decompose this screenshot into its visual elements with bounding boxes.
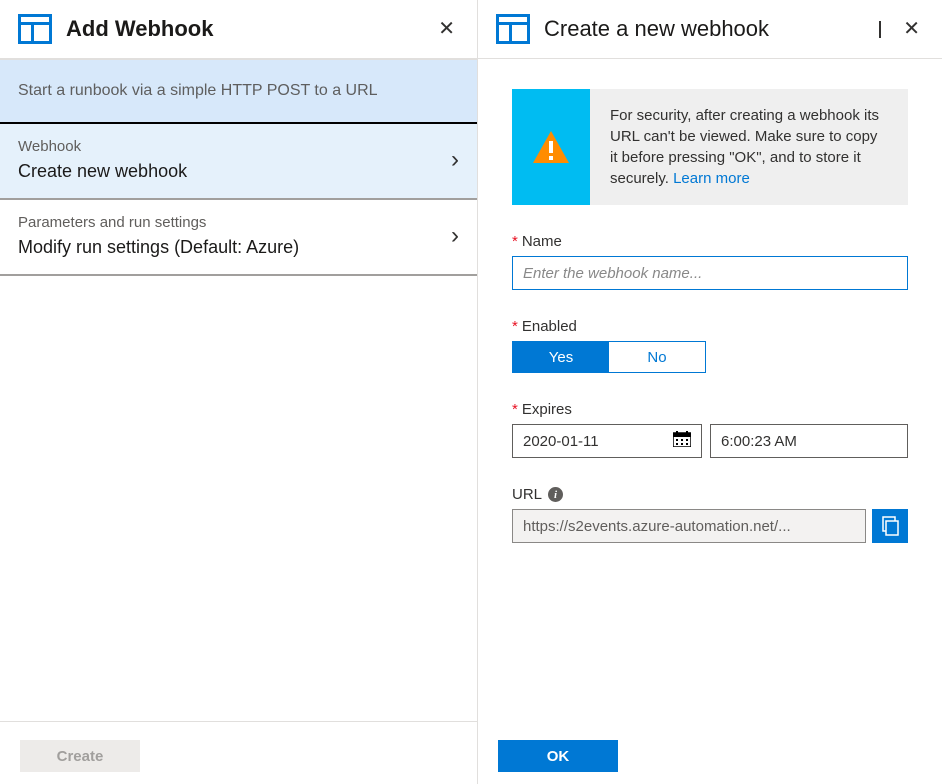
maximize-icon [879,21,881,38]
calendar-icon [673,431,691,451]
copy-icon [880,516,900,536]
expires-label-text: Expires [522,401,572,418]
menu-item-text: Webhook Create new webhook [18,138,451,182]
pane-icon [496,14,530,44]
url-group: URL i https://s2events.azure-automation.… [512,486,908,543]
warning-icon [531,129,571,165]
menu-item-text: Parameters and run settings Modify run s… [18,214,451,258]
required-marker: * [512,233,518,250]
add-webhook-pane: Add Webhook ✕ Start a runbook via a simp… [0,0,478,784]
enabled-yes-option[interactable]: Yes [513,342,609,372]
chevron-right-icon: › [451,222,459,250]
enabled-label-text: Enabled [522,318,577,335]
menu-item-parameters[interactable]: Parameters and run settings Modify run s… [0,200,477,276]
learn-more-link[interactable]: Learn more [673,170,750,187]
url-label: URL [512,486,542,503]
right-body: For security, after creating a webhook i… [478,59,942,722]
enabled-label: *Enabled [512,318,908,335]
info-icon[interactable]: i [548,487,563,502]
pane-icon [18,14,52,44]
close-button-left[interactable]: ✕ [434,15,459,43]
left-header: Add Webhook ✕ [0,0,477,60]
name-group: *Name [512,233,908,290]
menu-item-label: Parameters and run settings [18,214,451,231]
create-button[interactable]: Create [20,740,140,772]
url-display: https://s2events.azure-automation.net/..… [512,509,866,543]
right-title: Create a new webhook [544,16,861,42]
url-label-row: URL i [512,486,908,503]
expires-time-value: 6:00:23 AM [721,433,797,450]
required-marker: * [512,318,518,335]
left-footer: Create [0,721,477,784]
enabled-no-option[interactable]: No [609,342,705,372]
expires-date-value: 2020-01-11 [523,433,599,450]
expires-group: *Expires 2020-01-11 [512,401,908,458]
enabled-group: *Enabled Yes No [512,318,908,373]
maximize-button[interactable] [875,18,885,41]
menu-item-value: Create new webhook [18,161,451,182]
info-text: For security, after creating a webhook i… [590,89,908,205]
left-body: Start a runbook via a simple HTTP POST t… [0,60,477,721]
name-label-text: Name [522,233,562,250]
url-value: https://s2events.azure-automation.net/..… [523,518,791,535]
menu-item-webhook[interactable]: Webhook Create new webhook › [0,124,477,200]
left-title: Add Webhook [66,16,420,42]
close-icon: ✕ [438,18,455,40]
expires-datetime-row: 2020-01-11 [512,424,908,458]
menu-item-value: Modify run settings (Default: Azure) [18,237,451,258]
chevron-right-icon: › [451,146,459,174]
name-input[interactable] [512,256,908,290]
info-icon-panel [512,89,590,205]
url-row: https://s2events.azure-automation.net/..… [512,509,908,543]
required-marker: * [512,401,518,418]
menu-item-label: Webhook [18,138,451,155]
create-webhook-pane: Create a new webhook ✕ For security, aft… [478,0,942,784]
close-icon: ✕ [903,18,920,40]
left-subheader: Start a runbook via a simple HTTP POST t… [0,60,477,124]
ok-button[interactable]: OK [498,740,618,772]
copy-url-button[interactable] [872,509,908,543]
right-footer: OK [478,722,942,784]
close-button-right[interactable]: ✕ [899,15,924,43]
security-info-box: For security, after creating a webhook i… [512,89,908,205]
right-header: Create a new webhook ✕ [478,0,942,59]
name-label: *Name [512,233,908,250]
expires-time-input[interactable]: 6:00:23 AM [710,424,908,458]
enabled-toggle: Yes No [512,341,706,373]
expires-label: *Expires [512,401,908,418]
expires-date-input[interactable]: 2020-01-11 [512,424,702,458]
